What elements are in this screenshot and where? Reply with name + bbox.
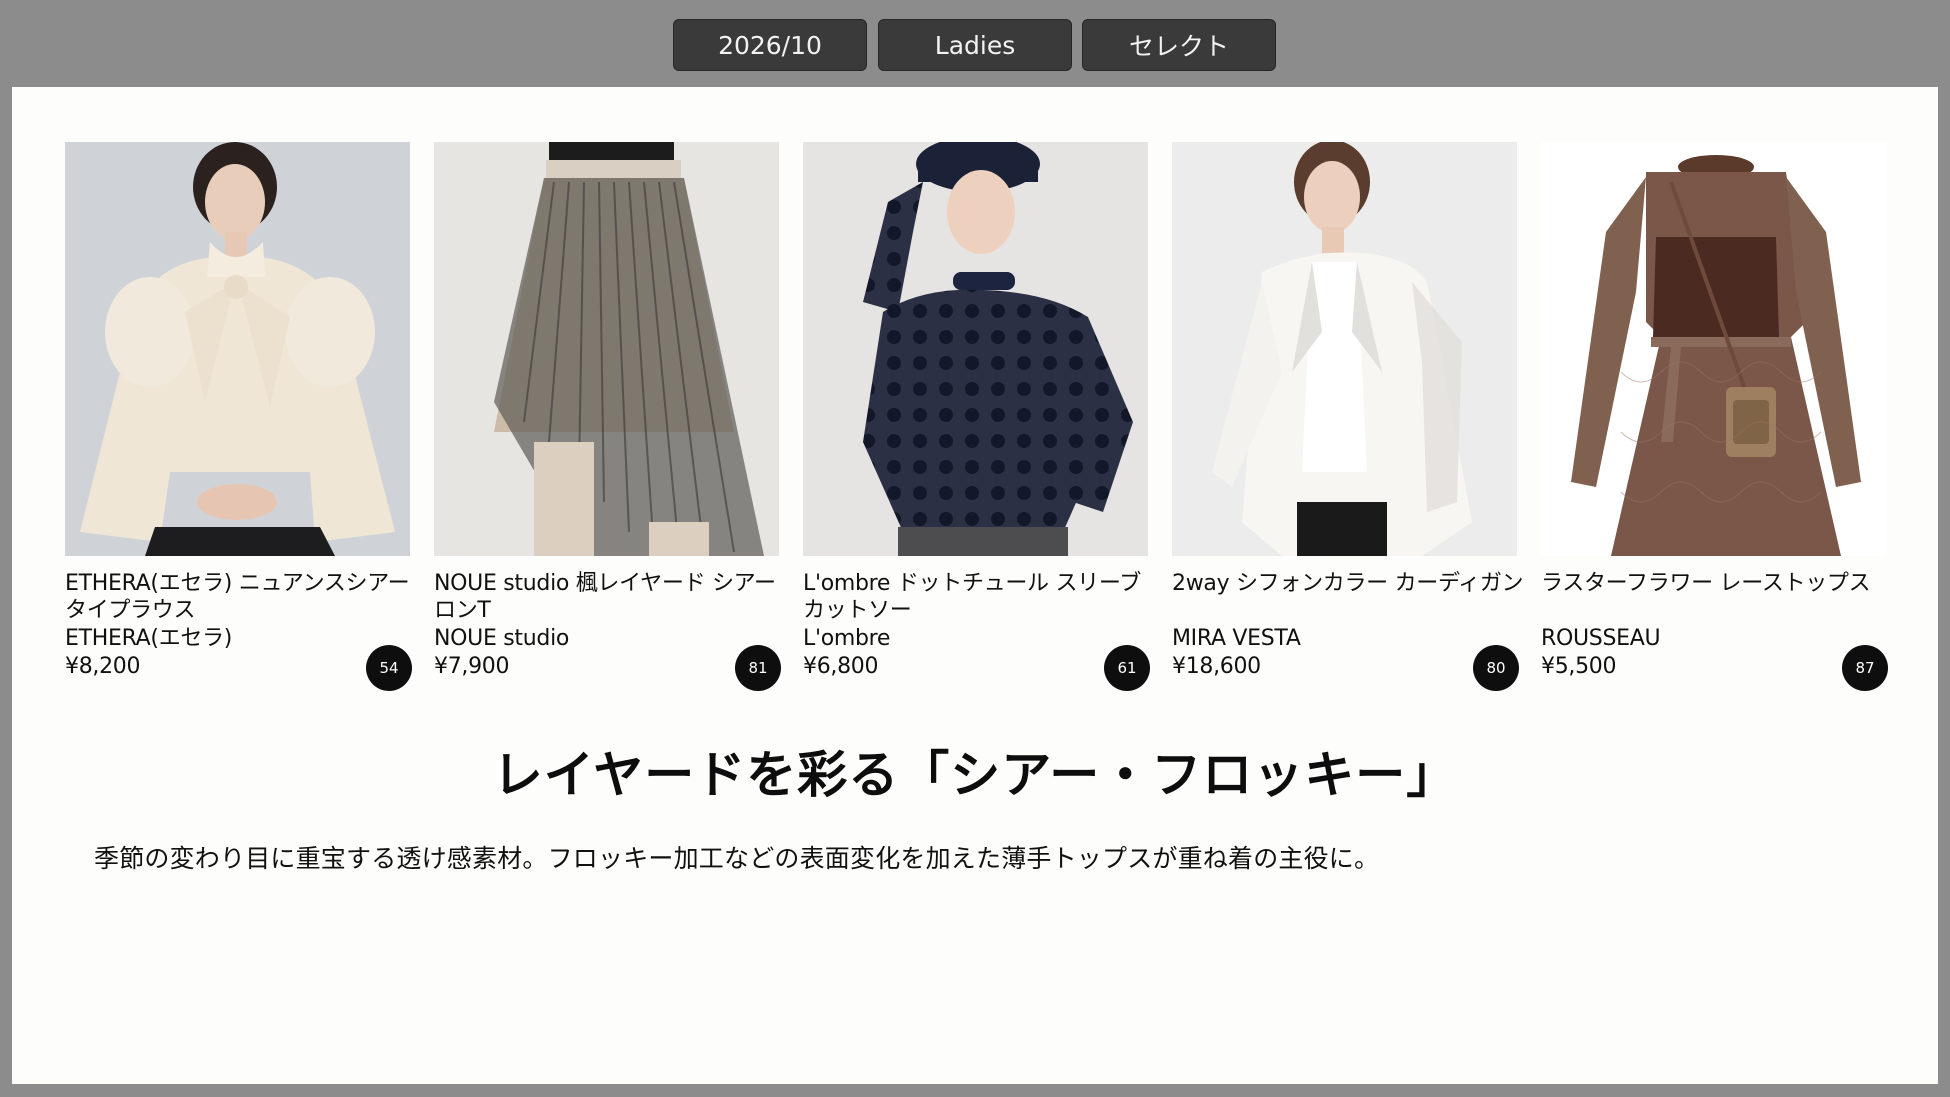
product-name[interactable]: 2way シフォンカラー カーディガン	[1172, 570, 1524, 597]
white-jacket-photo-icon[interactable]	[1172, 142, 1517, 556]
gender-filter-button[interactable]: Ladies	[878, 19, 1072, 71]
product-name[interactable]: NOUE studio 楓レイヤード シアーロンT	[434, 570, 786, 624]
product-name[interactable]: ラスターフラワー レーストップス	[1541, 570, 1893, 597]
product-brand: MIRA VESTA	[1172, 626, 1301, 651]
product-brand: L'ombre	[803, 626, 891, 651]
product-name[interactable]: ETHERA(エセラ) ニュアンスシアータイプラウス	[65, 570, 417, 624]
product-price: ¥8,200	[65, 654, 141, 679]
product-brand: ROUSSEAU	[1541, 626, 1661, 651]
content-panel: ETHERA(エセラ) ニュアンスシアータイプラウス ETHERA(エセラ) ¥…	[12, 87, 1938, 1084]
product-brand: ETHERA(エセラ)	[65, 626, 233, 651]
product-card[interactable]: L'ombre ドットチュール スリーブカットソー L'ombre ¥6,800…	[803, 142, 1153, 742]
score-badge: 61	[1104, 645, 1150, 691]
product-brand: NOUE studio	[434, 626, 570, 651]
product-price: ¥18,600	[1172, 654, 1261, 679]
product-price: ¥7,900	[434, 654, 510, 679]
feature-headline: レイヤードを彩る「シアー・フロッキー」	[492, 746, 1458, 804]
score-badge: 80	[1473, 645, 1519, 691]
product-price: ¥6,800	[803, 654, 879, 679]
score-badge: 81	[735, 645, 781, 691]
product-name[interactable]: L'ombre ドットチュール スリーブカットソー	[803, 570, 1155, 624]
score-badge: 54	[366, 645, 412, 691]
product-price: ¥5,500	[1541, 654, 1617, 679]
dot-tulle-top-photo-icon[interactable]	[803, 142, 1148, 556]
product-card[interactable]: ラスターフラワー レーストップス ROUSSEAU ¥5,500 87	[1541, 142, 1891, 742]
date-filter-button[interactable]: 2026/10	[673, 19, 867, 71]
score-badge: 87	[1842, 645, 1888, 691]
lace-dress-photo-icon[interactable]	[1541, 142, 1886, 556]
pleated-skirt-photo-icon[interactable]	[434, 142, 779, 556]
product-card[interactable]: ETHERA(エセラ) ニュアンスシアータイプラウス ETHERA(エセラ) ¥…	[65, 142, 415, 742]
product-card[interactable]: 2way シフォンカラー カーディガン MIRA VESTA ¥18,600 8…	[1172, 142, 1524, 742]
product-card[interactable]: NOUE studio 楓レイヤード シアーロンT NOUE studio ¥7…	[434, 142, 784, 742]
feature-description: 季節の変わり目に重宝する透け感素材。フロッキー加工などの表面変化を加えた薄手トッ…	[94, 844, 1380, 873]
filter-bar: 2026/10 Ladies セレクト	[0, 0, 1950, 87]
blouse-photo-icon[interactable]	[65, 142, 410, 556]
category-filter-button[interactable]: セレクト	[1082, 19, 1276, 71]
